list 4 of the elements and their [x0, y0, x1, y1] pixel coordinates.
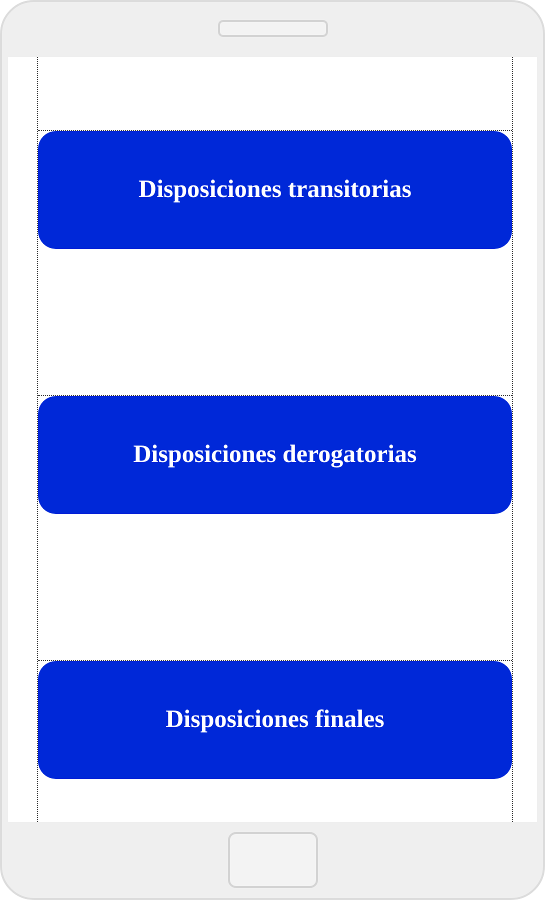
- section-button[interactable]: Disposiciones derogatorias: [38, 396, 512, 514]
- home-button[interactable]: [228, 832, 318, 888]
- section-button[interactable]: Disposiciones finales: [38, 661, 512, 779]
- section-button[interactable]: Disposiciones transitorias: [38, 131, 512, 249]
